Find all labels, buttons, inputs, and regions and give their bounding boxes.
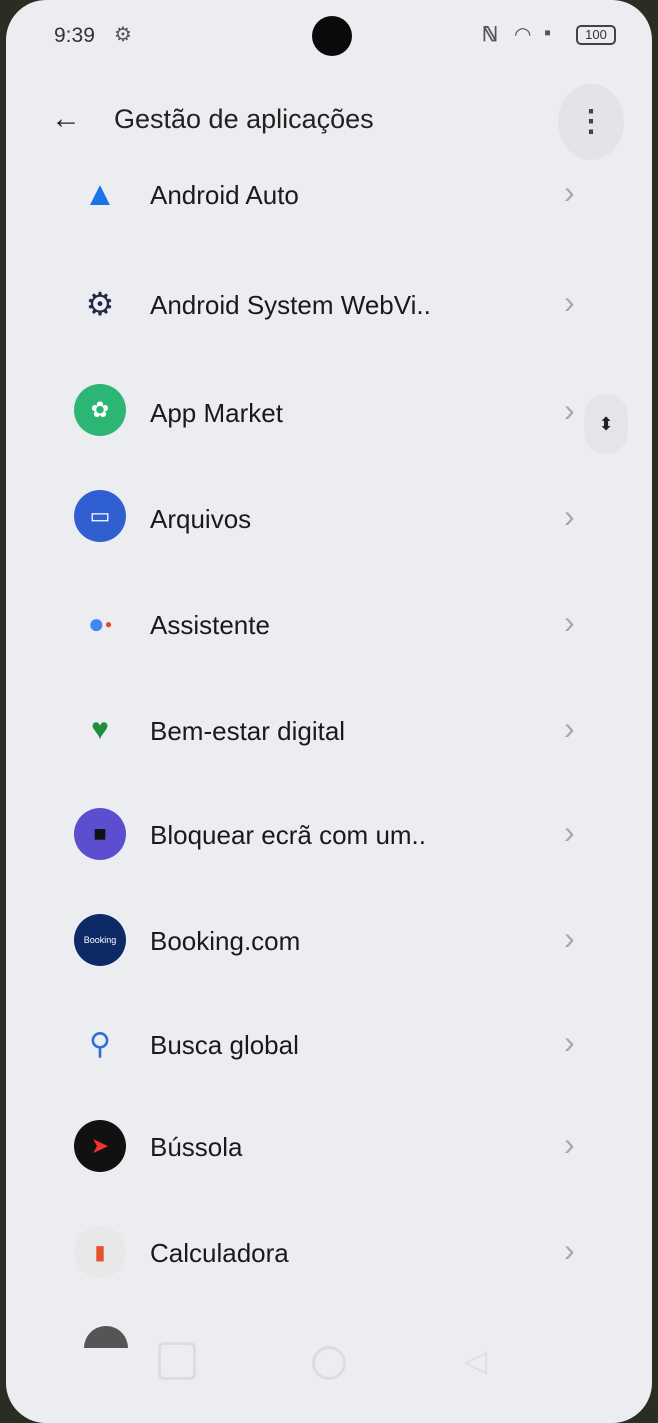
- chevron-right-icon: ›: [564, 710, 575, 746]
- list-item-bussola[interactable]: ➤ Bússola ›: [6, 1108, 652, 1212]
- lock-icon: ■: [74, 808, 126, 860]
- list-item-calculadora[interactable]: ▮ Calculadora ›: [6, 1212, 652, 1316]
- more-vertical-icon: ⋮: [576, 105, 606, 138]
- search-icon: ⚲: [89, 1027, 111, 1061]
- recent-apps-icon[interactable]: [158, 1342, 196, 1380]
- settings-icon: ⚙: [114, 24, 132, 46]
- phone-screen: 9:39 ⚙ ℕ ◠ ▪ 100 ← Gestão de aplicações …: [6, 0, 652, 1423]
- chevron-right-icon: ›: [564, 498, 575, 534]
- chevron-right-icon: ›: [564, 174, 575, 210]
- chevron-right-icon: ›: [564, 1126, 575, 1162]
- app-label: Bem-estar digital: [150, 716, 346, 746]
- booking-icon-text: Booking: [83, 935, 117, 945]
- list-item-booking[interactable]: Booking Booking.com ›: [6, 900, 652, 1004]
- list-item-arquivos[interactable]: ▭ Arquivos ›: [6, 480, 652, 584]
- assistant-icon: ● ●: [87, 608, 113, 639]
- gear-icon: ⚙: [85, 286, 115, 322]
- list-item-bloquear-ecra[interactable]: ■ Bloquear ecrã com um.. ›: [6, 796, 652, 900]
- home-icon[interactable]: [312, 1346, 346, 1380]
- list-item-android-system-webview[interactable]: ⚙ Android System WebVi.. ›: [6, 264, 652, 368]
- nfc-icon: ℕ: [482, 24, 499, 46]
- list-item-android-auto[interactable]: ▲ Android Auto ›: [6, 160, 652, 264]
- digital-wellbeing-icon: ♥: [91, 713, 109, 746]
- app-label: Arquivos: [150, 504, 252, 534]
- battery-indicator: 100: [576, 25, 616, 45]
- folder-icon: ▭: [74, 490, 126, 542]
- app-label: Bloquear ecrã com um..: [150, 820, 427, 850]
- chevron-right-icon: ›: [564, 814, 575, 850]
- sim-icon: ▪: [544, 22, 552, 44]
- wifi-icon: ◠: [514, 24, 532, 46]
- arrow-left-icon: ←: [51, 102, 81, 135]
- chevron-right-icon: ›: [564, 604, 575, 640]
- navigation-bar: ◁: [6, 1330, 652, 1423]
- chevron-right-icon: ›: [564, 284, 575, 320]
- app-label: Busca global: [150, 1030, 299, 1060]
- android-auto-icon: ▲: [83, 174, 117, 213]
- app-label: Android Auto: [150, 180, 299, 210]
- chevron-right-icon: ›: [564, 392, 575, 428]
- list-item-assistente[interactable]: ● ● Assistente ›: [6, 584, 652, 688]
- front-camera: [312, 16, 352, 56]
- booking-icon: Booking: [74, 914, 126, 966]
- more-options-button[interactable]: ⋮: [558, 84, 624, 160]
- status-bar: 9:39 ⚙ ℕ ◠ ▪ 100: [6, 0, 652, 70]
- fast-scroll-handle[interactable]: ⬍: [584, 394, 628, 454]
- list-item-busca-global[interactable]: ⚲ Busca global ›: [6, 1004, 652, 1108]
- status-time: 9:39: [54, 24, 95, 47]
- chevron-right-icon: ›: [564, 1232, 575, 1268]
- list-item-bem-estar-digital[interactable]: ♥ Bem-estar digital ›: [6, 688, 652, 792]
- nav-back-icon[interactable]: ◁: [464, 1344, 487, 1379]
- compass-icon: ➤: [74, 1120, 126, 1172]
- scroll-arrows-icon: ⬍: [598, 414, 614, 434]
- app-label: Calculadora: [150, 1238, 289, 1268]
- calculator-icon: ▮: [74, 1226, 126, 1278]
- chevron-right-icon: ›: [564, 920, 575, 956]
- app-market-icon: ✿: [74, 384, 126, 436]
- app-label: Bússola: [150, 1132, 243, 1162]
- app-bar: ← Gestão de aplicações ⋮: [6, 80, 652, 164]
- list-item-app-market[interactable]: ✿ App Market ›: [6, 368, 652, 472]
- chevron-right-icon: ›: [564, 1024, 575, 1060]
- app-label: Assistente: [150, 610, 270, 640]
- back-button[interactable]: ←: [46, 100, 86, 140]
- app-label: Booking.com: [150, 926, 301, 956]
- page-title: Gestão de aplicações: [114, 104, 374, 134]
- app-label: Android System WebVi..: [150, 290, 431, 320]
- app-label: App Market: [150, 398, 283, 428]
